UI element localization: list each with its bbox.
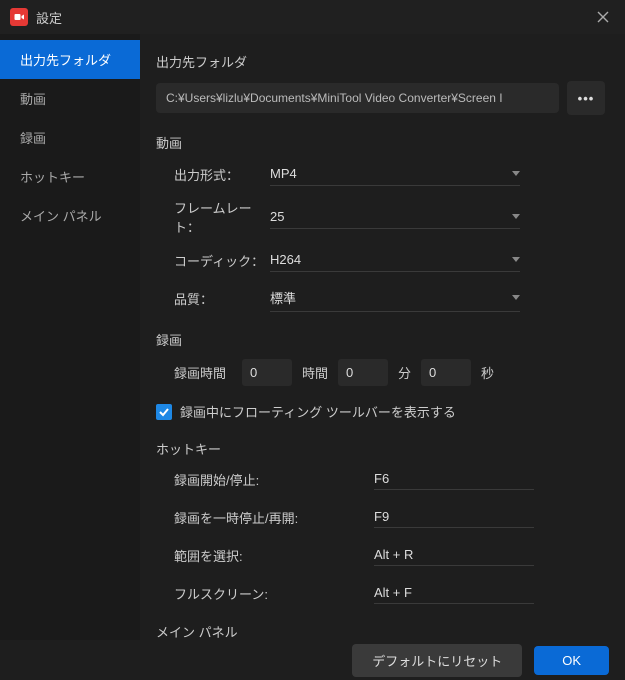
ellipsis-icon: ••• xyxy=(578,91,595,106)
sidebar-item-label: 録画 xyxy=(20,131,46,146)
reset-button[interactable]: デフォルトにリセット xyxy=(352,644,522,677)
section-title-record: 録画 xyxy=(156,330,605,349)
codec-value: H264 xyxy=(270,252,301,267)
sidebar-item-label: 出力先フォルダ xyxy=(20,53,111,68)
toolbar-checkbox[interactable] xyxy=(156,404,172,420)
close-icon[interactable] xyxy=(591,5,615,29)
hotkey-pause-label: 録画を一時停止/再開: xyxy=(174,508,374,527)
row-format: 出力形式： MP4 xyxy=(156,162,605,186)
section-title-video: 動画 xyxy=(156,133,605,152)
chevron-down-icon xyxy=(512,257,520,262)
chevron-down-icon xyxy=(512,214,520,219)
app-icon xyxy=(10,8,28,26)
minutes-input[interactable] xyxy=(338,359,388,386)
row-framerate: フレームレート： 25 xyxy=(156,198,605,236)
seconds-unit: 秒 xyxy=(481,363,494,382)
format-select[interactable]: MP4 xyxy=(270,162,520,186)
hotkey-row-fullscreen: フルスクリーン: Alt + F xyxy=(156,582,605,604)
hotkey-start-stop-label: 録画開始/停止: xyxy=(174,470,374,489)
row-codec: コーディック： H264 xyxy=(156,248,605,272)
toolbar-checkbox-label: 録画中にフローティング ツールバーを表示する xyxy=(180,402,456,421)
dialog-body: 出力先フォルダ 動画 録画 ホットキー メイン パネル 出力先フォルダ ••• … xyxy=(0,34,625,640)
hotkey-region-field[interactable]: Alt + R xyxy=(374,544,534,566)
sidebar-item-video[interactable]: 動画 xyxy=(0,79,140,118)
sidebar-item-hotkey[interactable]: ホットキー xyxy=(0,157,140,196)
minutes-unit: 分 xyxy=(398,363,411,382)
output-path-row: ••• xyxy=(156,81,605,115)
hotkey-start-stop-field[interactable]: F6 xyxy=(374,468,534,490)
section-title-mainpanel: メイン パネル xyxy=(156,622,605,640)
quality-select[interactable]: 標準 xyxy=(270,284,520,312)
framerate-value: 25 xyxy=(270,209,284,224)
codec-label: コーディック： xyxy=(174,251,270,270)
footer: デフォルトにリセット OK xyxy=(0,640,625,680)
hotkey-row-start-stop: 録画開始/停止: F6 xyxy=(156,468,605,490)
format-label: 出力形式： xyxy=(174,165,270,184)
hotkey-fullscreen-label: フルスクリーン: xyxy=(174,584,374,603)
sidebar-item-label: メイン パネル xyxy=(20,209,102,224)
framerate-label: フレームレート： xyxy=(174,198,270,236)
sidebar: 出力先フォルダ 動画 録画 ホットキー メイン パネル xyxy=(0,34,140,640)
browse-button[interactable]: ••• xyxy=(567,81,605,115)
framerate-select[interactable]: 25 xyxy=(270,205,520,229)
record-time-label: 録画時間 xyxy=(174,363,226,382)
hotkey-fullscreen-field[interactable]: Alt + F xyxy=(374,582,534,604)
toolbar-checkbox-row: 録画中にフローティング ツールバーを表示する xyxy=(156,402,605,421)
quality-label: 品質： xyxy=(174,289,270,308)
quality-value: 標準 xyxy=(270,288,296,307)
output-path-input[interactable] xyxy=(156,83,559,113)
titlebar: 設定 xyxy=(0,0,625,34)
chevron-down-icon xyxy=(512,295,520,300)
section-title-hotkey: ホットキー xyxy=(156,439,605,458)
hours-input[interactable] xyxy=(242,359,292,386)
hotkey-pause-field[interactable]: F9 xyxy=(374,506,534,528)
ok-button[interactable]: OK xyxy=(534,646,609,675)
window-title: 設定 xyxy=(36,8,591,27)
sidebar-item-label: ホットキー xyxy=(20,170,85,185)
hotkey-row-region: 範囲を選択: Alt + R xyxy=(156,544,605,566)
sidebar-item-label: 動画 xyxy=(20,92,46,107)
record-time-row: 録画時間 時間 分 秒 xyxy=(156,359,605,386)
check-icon xyxy=(158,406,170,418)
row-quality: 品質： 標準 xyxy=(156,284,605,312)
format-value: MP4 xyxy=(270,166,297,181)
hours-unit: 時間 xyxy=(302,363,328,382)
hotkey-row-pause: 録画を一時停止/再開: F9 xyxy=(156,506,605,528)
section-title-output: 出力先フォルダ xyxy=(156,52,605,71)
seconds-input[interactable] xyxy=(421,359,471,386)
sidebar-item-output-folder[interactable]: 出力先フォルダ xyxy=(0,40,140,79)
sidebar-item-main-panel[interactable]: メイン パネル xyxy=(0,196,140,235)
hotkey-region-label: 範囲を選択: xyxy=(174,546,374,565)
content-pane: 出力先フォルダ ••• 動画 出力形式： MP4 フレームレート： 25 コーデ… xyxy=(140,34,625,640)
codec-select[interactable]: H264 xyxy=(270,248,520,272)
chevron-down-icon xyxy=(512,171,520,176)
sidebar-item-record[interactable]: 録画 xyxy=(0,118,140,157)
